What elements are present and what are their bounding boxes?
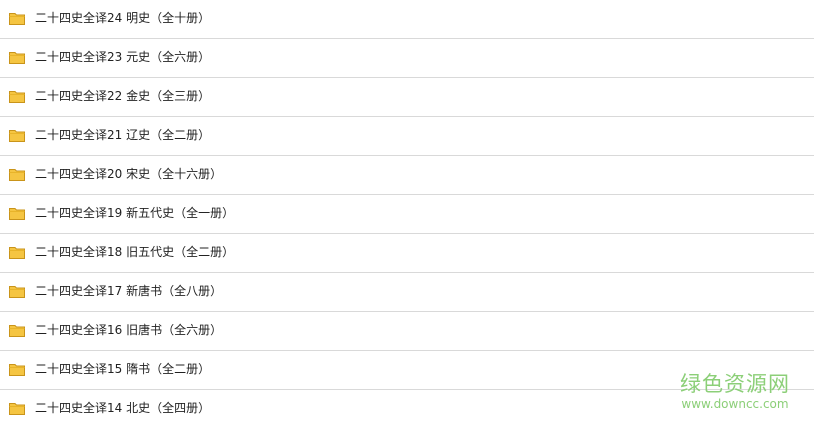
folder-label: 二十四史全译24 明史（全十册） <box>35 11 211 25</box>
folder-row[interactable]: 二十四史全译22 金史（全三册） <box>0 78 814 117</box>
folder-label: 二十四史全译19 新五代史（全一册） <box>35 206 235 220</box>
folder-label: 二十四史全译20 宋史（全十六册） <box>35 167 223 181</box>
folder-icon <box>9 13 25 25</box>
folder-row[interactable]: 二十四史全译23 元史（全六册） <box>0 39 814 78</box>
folder-label: 二十四史全译22 金史（全三册） <box>35 89 211 103</box>
folder-label: 二十四史全译23 元史（全六册） <box>35 50 211 64</box>
folder-icon <box>9 286 25 298</box>
folder-row[interactable]: 二十四史全译24 明史（全十册） <box>0 0 814 39</box>
folder-icon <box>9 52 25 64</box>
folder-label: 二十四史全译17 新唐书（全八册） <box>35 284 223 298</box>
folder-icon <box>9 403 25 415</box>
watermark: 绿色资源网 www.downcc.com <box>676 372 794 410</box>
folder-row[interactable]: 二十四史全译20 宋史（全十六册） <box>0 156 814 195</box>
watermark-title: 绿色资源网 <box>680 372 790 396</box>
folder-row[interactable]: 二十四史全译19 新五代史（全一册） <box>0 195 814 234</box>
folder-icon <box>9 325 25 337</box>
folder-icon <box>9 247 25 259</box>
folder-row[interactable]: 二十四史全译16 旧唐书（全六册） <box>0 312 814 351</box>
folder-row[interactable]: 二十四史全译17 新唐书（全八册） <box>0 273 814 312</box>
folder-icon <box>9 130 25 142</box>
folder-label: 二十四史全译16 旧唐书（全六册） <box>35 323 223 337</box>
folder-label: 二十四史全译14 北史（全四册） <box>35 401 211 415</box>
folder-row[interactable]: 二十四史全译21 辽史（全二册） <box>0 117 814 156</box>
folder-row[interactable]: 二十四史全译18 旧五代史（全二册） <box>0 234 814 273</box>
folder-icon <box>9 208 25 220</box>
folder-icon <box>9 364 25 376</box>
folder-list: 二十四史全译24 明史（全十册） 二十四史全译23 元史（全六册） 二十四史全译… <box>0 0 814 428</box>
folder-label: 二十四史全译21 辽史（全二册） <box>35 128 211 142</box>
folder-label: 二十四史全译18 旧五代史（全二册） <box>35 245 235 259</box>
folder-label: 二十四史全译15 隋书（全二册） <box>35 362 211 376</box>
folder-icon <box>9 169 25 181</box>
folder-icon <box>9 91 25 103</box>
watermark-url: www.downcc.com <box>681 397 789 411</box>
